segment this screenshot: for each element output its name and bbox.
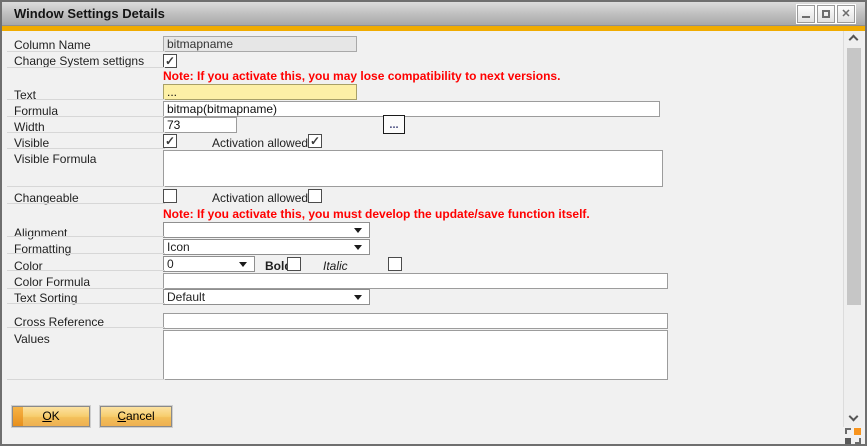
- window-title: Window Settings Details: [14, 2, 165, 26]
- title-bar[interactable]: Window Settings Details: [2, 2, 865, 26]
- grip-corner-bottom-right: [855, 438, 861, 444]
- column-name-label: Column Name: [14, 38, 91, 52]
- visible-formula-label: Visible Formula: [14, 152, 96, 166]
- italic-checkbox[interactable]: [388, 257, 402, 271]
- width-input[interactable]: [163, 117, 237, 133]
- chevron-down-icon: [849, 412, 859, 422]
- window-settings-details-dialog: Window Settings Details ✕ Column Name Ch…: [0, 0, 867, 446]
- scroll-down-button[interactable]: [844, 411, 864, 427]
- changeable-activation-checkbox[interactable]: [308, 189, 322, 203]
- formula-input[interactable]: [163, 101, 660, 117]
- italic-label: Italic: [323, 259, 348, 273]
- ok-button-label: OK: [13, 407, 89, 426]
- color-dropdown[interactable]: 0: [163, 256, 255, 272]
- row-separator: [7, 116, 165, 117]
- visible-checkbox[interactable]: ✓: [163, 134, 177, 148]
- alignment-label: Alignment: [14, 226, 67, 240]
- grip-corner-top-left: [845, 428, 851, 434]
- row-separator: [7, 288, 165, 289]
- resize-grip-icon[interactable]: [845, 428, 861, 444]
- change-system-checkbox[interactable]: ✓: [163, 54, 177, 68]
- alignment-dropdown[interactable]: [163, 222, 370, 238]
- bold-checkbox[interactable]: [287, 257, 301, 271]
- row-separator: [7, 186, 165, 187]
- scrollbar-thumb[interactable]: [847, 48, 861, 305]
- text-sorting-dropdown[interactable]: Default: [163, 289, 370, 305]
- text-input[interactable]: [163, 84, 357, 100]
- changeable-checkbox[interactable]: [163, 189, 177, 203]
- color-formula-input[interactable]: [163, 273, 668, 289]
- dropdown-arrow-icon: [354, 295, 362, 300]
- row-separator: [7, 253, 165, 254]
- close-icon: ✕: [838, 6, 854, 22]
- ok-button[interactable]: OK: [12, 406, 90, 427]
- text-sorting-value: Default: [167, 290, 205, 304]
- dropdown-arrow-icon: [354, 245, 362, 250]
- formatting-value: Icon: [167, 240, 190, 254]
- cross-reference-input[interactable]: [163, 313, 668, 329]
- row-separator: [7, 51, 165, 52]
- row-separator: [7, 99, 165, 100]
- row-separator: [7, 270, 165, 271]
- dropdown-arrow-icon: [354, 228, 362, 233]
- width-browse-button[interactable]: ...: [383, 115, 405, 134]
- minimize-button[interactable]: [797, 5, 815, 23]
- row-separator: [7, 303, 165, 304]
- vertical-scrollbar[interactable]: [843, 31, 863, 427]
- row-separator: [7, 379, 165, 380]
- color-value: 0: [167, 257, 174, 271]
- visible-activation-checkbox[interactable]: ✓: [308, 134, 322, 148]
- scroll-up-button[interactable]: [844, 31, 864, 47]
- accent-gold-bar: [2, 26, 865, 31]
- row-separator: [7, 148, 165, 149]
- grip-corner-bottom-left: [845, 438, 851, 444]
- visible-activation-allowed-label: Activation allowed: [212, 136, 308, 150]
- values-textarea[interactable]: [163, 330, 668, 380]
- close-button[interactable]: ✕: [837, 5, 855, 23]
- compatibility-note: Note: If you activate this, you may lose…: [163, 69, 560, 83]
- changeable-activation-allowed-label: Activation allowed: [212, 191, 308, 205]
- row-separator: [7, 67, 165, 68]
- color-formula-label: Color Formula: [14, 275, 90, 289]
- values-label: Values: [14, 332, 50, 346]
- column-name-input[interactable]: [163, 36, 357, 52]
- row-separator: [7, 203, 165, 204]
- cancel-button[interactable]: Cancel: [100, 406, 172, 427]
- minimize-icon: [802, 16, 810, 18]
- change-system-settings-label: Change System settigns: [14, 54, 144, 68]
- formatting-dropdown[interactable]: Icon: [163, 239, 370, 255]
- dropdown-arrow-icon: [239, 262, 247, 267]
- maximize-icon: [822, 10, 830, 18]
- visible-formula-textarea[interactable]: [163, 150, 663, 187]
- chevron-up-icon: [849, 35, 859, 45]
- row-separator: [7, 132, 165, 133]
- grip-corner-top-right: [854, 428, 861, 435]
- maximize-button[interactable]: [817, 5, 835, 23]
- row-separator: [7, 236, 165, 237]
- row-separator: [7, 327, 165, 328]
- cancel-button-label: Cancel: [101, 407, 171, 426]
- update-save-note: Note: If you activate this, you must dev…: [163, 207, 590, 221]
